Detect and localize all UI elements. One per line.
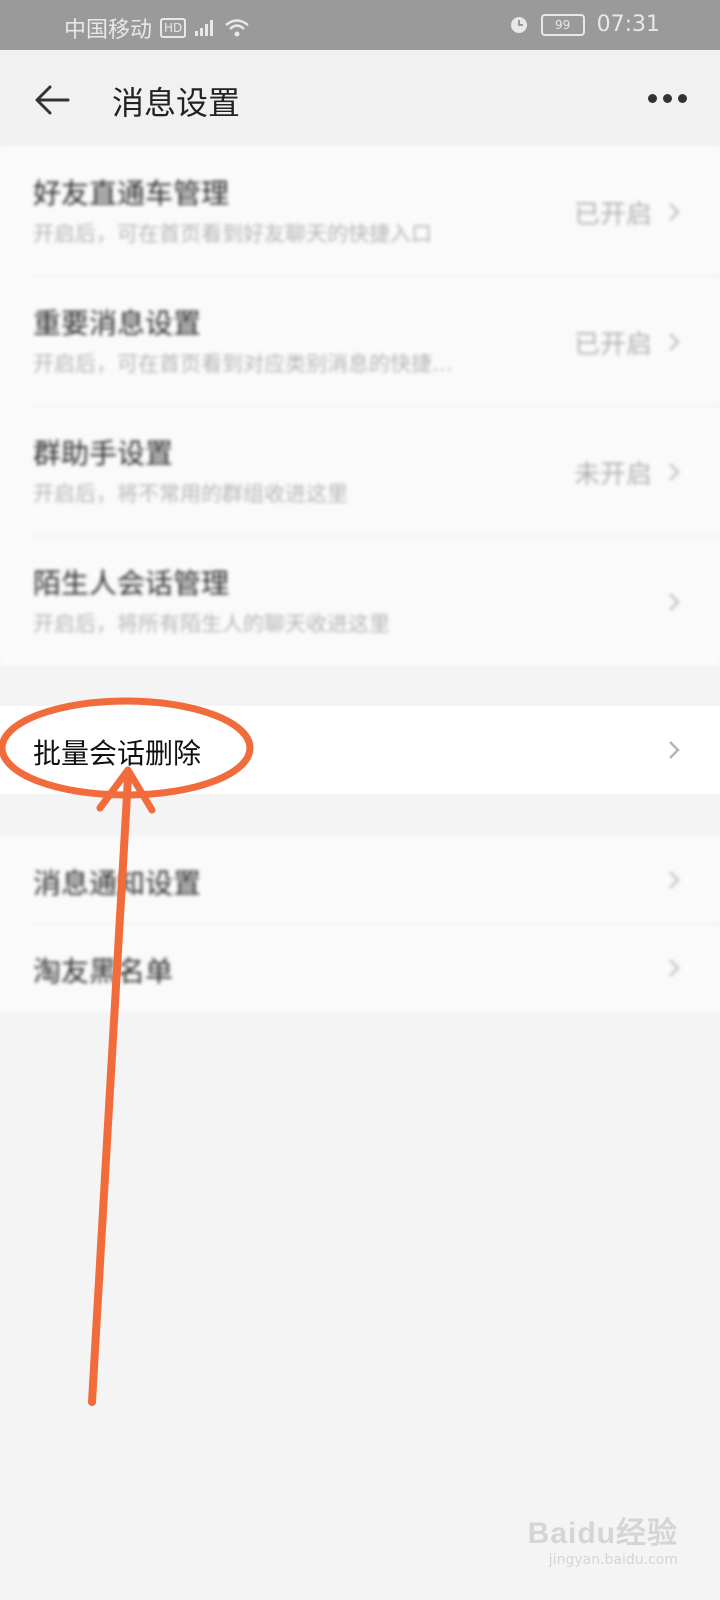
chevron-right-icon <box>669 333 680 351</box>
setting-title: 重要消息设置 <box>33 307 202 340</box>
setting-status: 已开启 <box>573 330 652 360</box>
alarm-icon <box>510 16 527 33</box>
setting-row-group-assistant[interactable]: 群助手设置 开启后，将不常用的群组收进这里 未开启 <box>0 406 720 536</box>
setting-status: 未开启 <box>573 460 652 490</box>
chevron-right-icon <box>669 959 680 977</box>
status-right: 99 07:31 <box>509 12 660 37</box>
battery-icon: 99 <box>540 13 585 36</box>
page-title: 消息设置 <box>112 84 241 122</box>
batch-delete-row[interactable]: 批量会话删除 <box>0 706 720 794</box>
settings-group-secondary: 消息通知设置 淘友黑名单 <box>0 836 720 1012</box>
setting-row-blacklist[interactable]: 淘友黑名单 <box>0 924 720 1012</box>
setting-title: 淘友黑名单 <box>33 955 174 988</box>
status-bar: 中国移动 HD 99 07:31 <box>0 0 720 50</box>
setting-description: 开启后，可在首页看到对应类别消息的快捷… <box>33 352 453 376</box>
chevron-right-icon <box>669 871 680 889</box>
batch-delete-title: 批量会话删除 <box>33 737 202 770</box>
chevron-right-icon <box>669 741 680 759</box>
setting-row-important-messages[interactable]: 重要消息设置 开启后，可在首页看到对应类别消息的快捷… 已开启 <box>0 276 720 406</box>
settings-group-primary: 好友直通车管理 开启后，可在首页看到好友聊天的快捷入口 已开启 重要消息设置 开… <box>0 146 720 666</box>
setting-row-notifications[interactable]: 消息通知设置 <box>0 836 720 924</box>
watermark: Baidu经验 jingyan.baidu.com <box>528 1508 678 1568</box>
setting-description: 开启后，可在首页看到好友聊天的快捷入口 <box>33 222 432 246</box>
setting-row-stranger-chats[interactable]: 陌生人会话管理 开启后，将所有陌生人的聊天收进这里 <box>0 536 720 666</box>
setting-title: 陌生人会话管理 <box>33 567 230 600</box>
chevron-right-icon <box>669 463 680 481</box>
signal-icon <box>195 20 214 36</box>
back-arrow-icon[interactable] <box>30 78 74 122</box>
hd-badge: HD <box>160 18 187 38</box>
more-options-icon[interactable] <box>648 86 692 110</box>
setting-description: 开启后，将不常用的群组收进这里 <box>33 482 348 506</box>
setting-status: 已开启 <box>573 200 652 230</box>
setting-title: 好友直通车管理 <box>33 177 230 210</box>
settings-group-batch: 批量会话删除 <box>0 706 720 794</box>
clock-time: 07:31 <box>596 12 660 37</box>
app-header: 消息设置 <box>0 50 720 146</box>
setting-title: 群助手设置 <box>33 437 174 470</box>
status-left: 中国移动 HD <box>64 12 250 44</box>
carrier-label: 中国移动 <box>64 18 153 43</box>
watermark-logo: Baidu经验 <box>527 1517 678 1550</box>
wifi-icon <box>225 19 250 37</box>
setting-title: 消息通知设置 <box>33 867 202 900</box>
watermark-url: jingyan.baidu.com <box>548 1552 678 1568</box>
setting-row-friend-shortcut[interactable]: 好友直通车管理 开启后，可在首页看到好友聊天的快捷入口 已开启 <box>0 146 720 276</box>
chevron-right-icon <box>669 593 680 611</box>
chevron-right-icon <box>669 203 680 221</box>
setting-description: 开启后，将所有陌生人的聊天收进这里 <box>33 612 390 636</box>
